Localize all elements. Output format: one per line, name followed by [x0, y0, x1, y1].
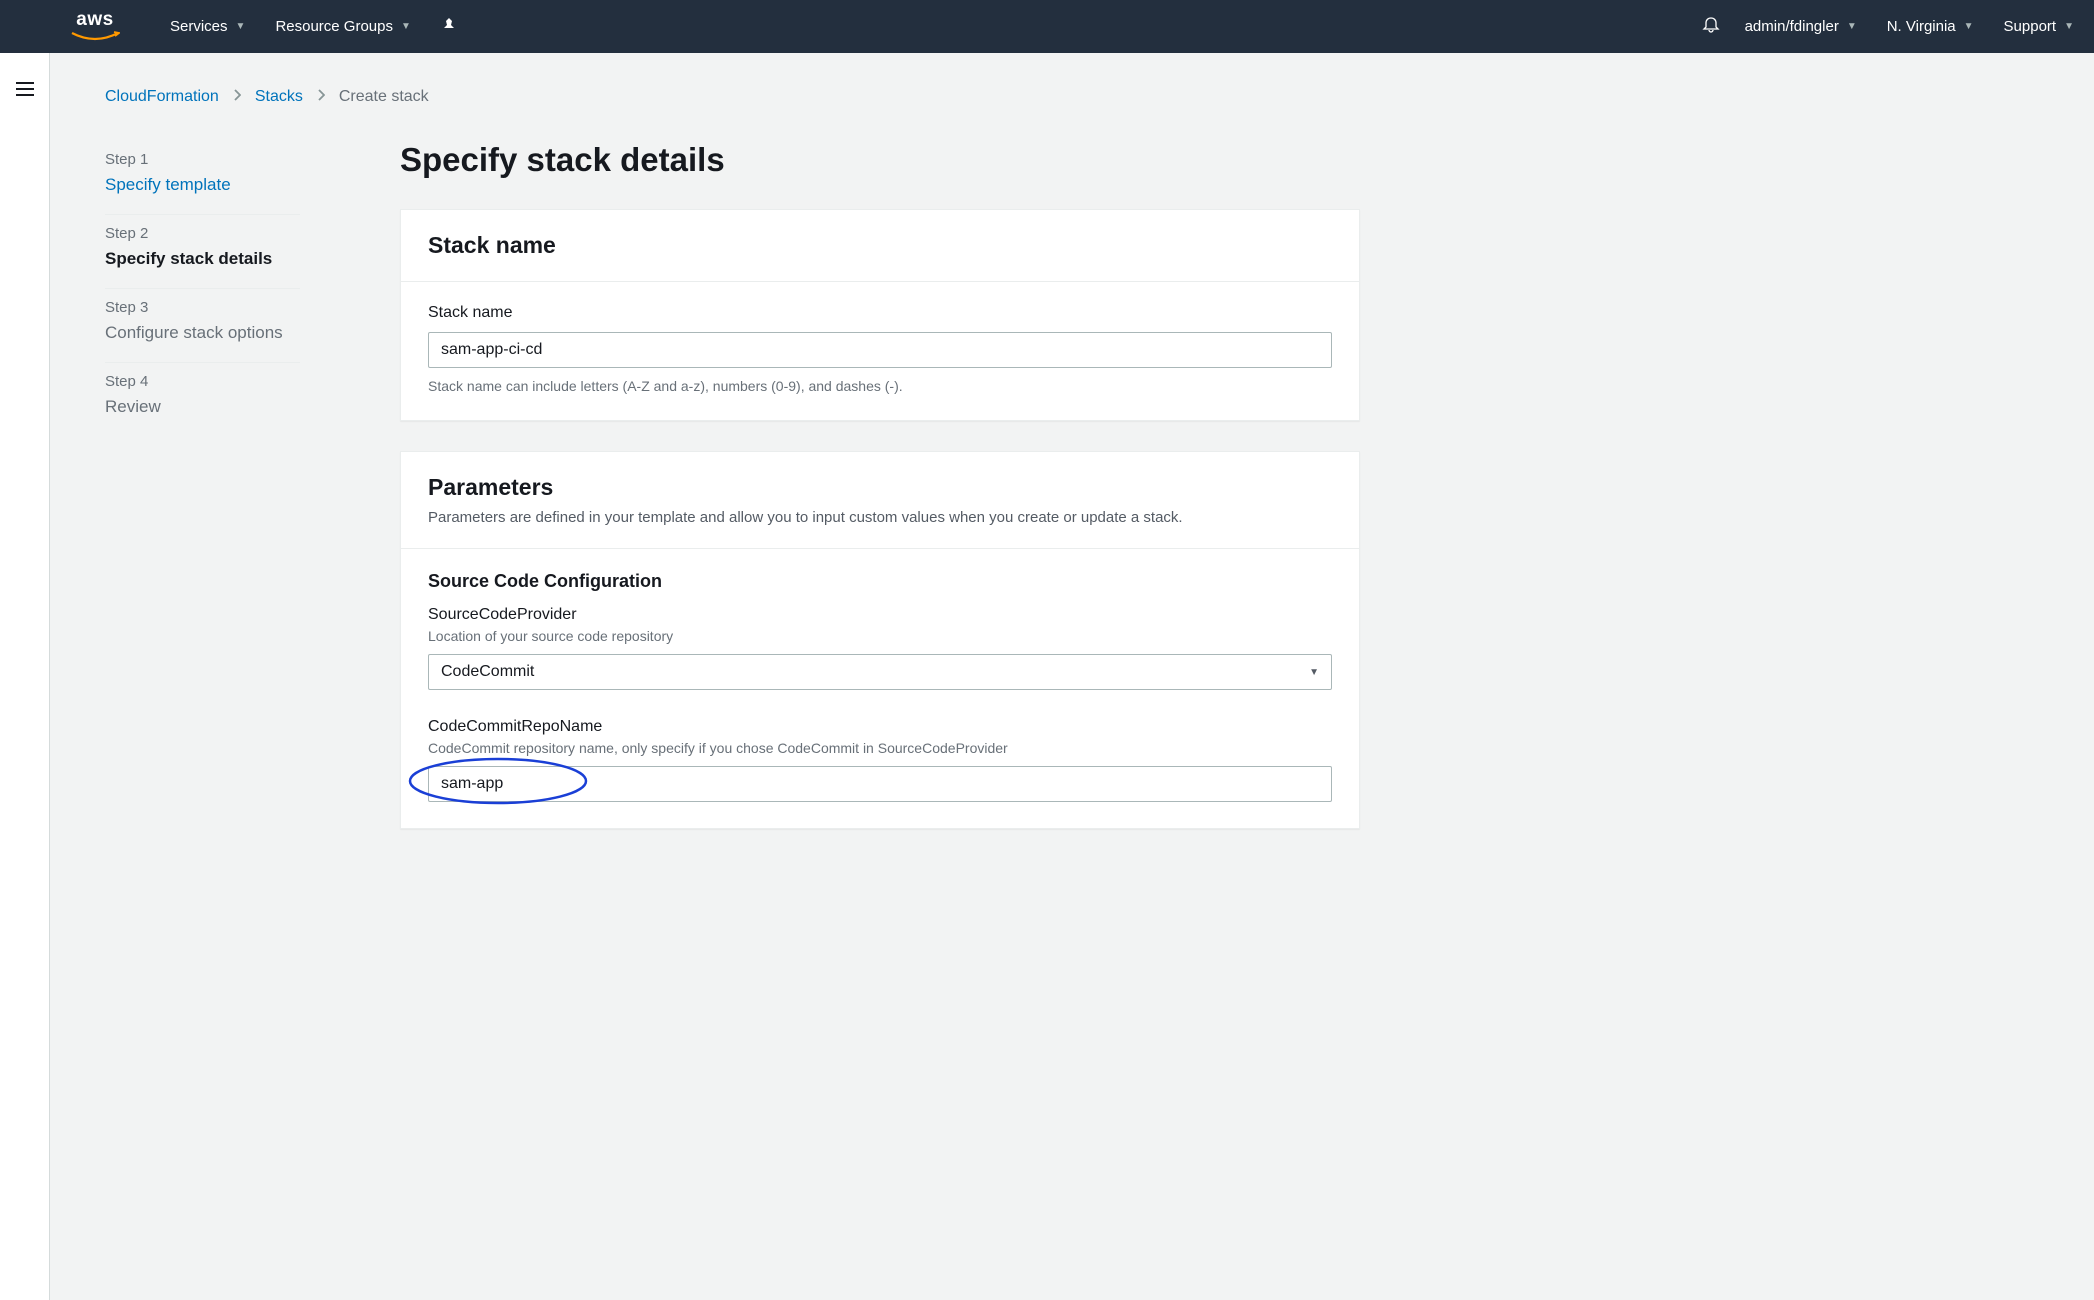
- step-label: Step 4: [105, 373, 300, 390]
- page-title: Specify stack details: [400, 141, 1360, 179]
- section-title: Source Code Configuration: [428, 571, 1332, 592]
- hamburger-icon[interactable]: [15, 81, 35, 102]
- param-desc: CodeCommit repository name, only specify…: [428, 740, 1332, 756]
- wizard-steps: Step 1 Specify template Step 2 Specify s…: [105, 141, 300, 859]
- step-name: Specify template: [105, 174, 300, 196]
- nav-services-label: Services: [170, 18, 228, 35]
- main-column: Specify stack details Stack name Stack n…: [400, 141, 1360, 859]
- nav-support-label: Support: [2004, 18, 2057, 35]
- nav-services[interactable]: Services ▼: [170, 18, 245, 35]
- aws-logo-text: aws: [76, 10, 113, 29]
- step-4: Step 4 Review: [105, 363, 300, 436]
- step-label: Step 2: [105, 225, 300, 242]
- stack-name-panel: Stack name Stack name Stack name can inc…: [400, 209, 1360, 421]
- caret-down-icon: ▼: [1964, 21, 1974, 32]
- panel-title: Stack name: [428, 232, 1332, 259]
- nav-region[interactable]: N. Virginia ▼: [1887, 18, 1974, 35]
- caret-down-icon: ▼: [401, 21, 411, 32]
- panel-header: Stack name: [401, 210, 1359, 282]
- panel-header: Parameters Parameters are defined in you…: [401, 452, 1359, 549]
- select-value: CodeCommit: [441, 663, 534, 681]
- step-2: Step 2 Specify stack details: [105, 215, 300, 289]
- param-name: CodeCommitRepoName: [428, 718, 1332, 736]
- codecommit-repo-name-input[interactable]: [428, 766, 1332, 802]
- step-label: Step 1: [105, 151, 300, 168]
- stack-name-label: Stack name: [428, 304, 1332, 322]
- stack-name-hint: Stack name can include letters (A-Z and …: [428, 378, 1332, 394]
- bell-icon[interactable]: [1702, 16, 1720, 38]
- caret-down-icon: ▼: [1309, 667, 1319, 678]
- param-name: SourceCodeProvider: [428, 606, 1332, 624]
- pin-icon[interactable]: [441, 17, 457, 37]
- nav-user-label: admin/fdingler: [1745, 18, 1839, 35]
- param-source-code-provider: SourceCodeProvider Location of your sour…: [428, 606, 1332, 690]
- breadcrumb-cloudformation[interactable]: CloudFormation: [105, 88, 219, 106]
- step-label: Step 3: [105, 299, 300, 316]
- nav-region-label: N. Virginia: [1887, 18, 1956, 35]
- step-3: Step 3 Configure stack options: [105, 289, 300, 363]
- chevron-right-icon: [233, 88, 241, 106]
- breadcrumb-current: Create stack: [339, 88, 429, 106]
- nav-resource-groups[interactable]: Resource Groups ▼: [275, 18, 410, 35]
- param-desc: Location of your source code repository: [428, 628, 1332, 644]
- step-name: Configure stack options: [105, 322, 300, 344]
- panel-body: Stack name Stack name can include letter…: [401, 282, 1359, 420]
- step-name: Specify stack details: [105, 248, 300, 270]
- panel-desc: Parameters are defined in your template …: [428, 509, 1332, 526]
- source-code-provider-select[interactable]: CodeCommit ▼: [428, 654, 1332, 690]
- top-nav: aws Services ▼ Resource Groups ▼ admin/f…: [0, 0, 2094, 53]
- main-content: CloudFormation Stacks Create stack Step …: [50, 53, 2094, 859]
- nav-support[interactable]: Support ▼: [2004, 18, 2074, 35]
- step-name: Review: [105, 396, 300, 418]
- aws-logo[interactable]: aws: [70, 10, 120, 43]
- breadcrumb: CloudFormation Stacks Create stack: [105, 88, 2044, 106]
- side-strip: [0, 53, 50, 1300]
- nav-resource-groups-label: Resource Groups: [275, 18, 393, 35]
- stack-name-input[interactable]: [428, 332, 1332, 368]
- caret-down-icon: ▼: [2064, 21, 2074, 32]
- panel-title: Parameters: [428, 474, 1332, 501]
- panel-body: Source Code Configuration SourceCodeProv…: [401, 549, 1359, 828]
- parameters-panel: Parameters Parameters are defined in you…: [400, 451, 1360, 829]
- param-codecommit-repo-name: CodeCommitRepoName CodeCommit repository…: [428, 718, 1332, 802]
- nav-user[interactable]: admin/fdingler ▼: [1745, 18, 1857, 35]
- caret-down-icon: ▼: [236, 21, 246, 32]
- breadcrumb-stacks[interactable]: Stacks: [255, 88, 303, 106]
- caret-down-icon: ▼: [1847, 21, 1857, 32]
- chevron-right-icon: [317, 88, 325, 106]
- aws-swoosh-icon: [70, 31, 120, 43]
- step-1[interactable]: Step 1 Specify template: [105, 141, 300, 215]
